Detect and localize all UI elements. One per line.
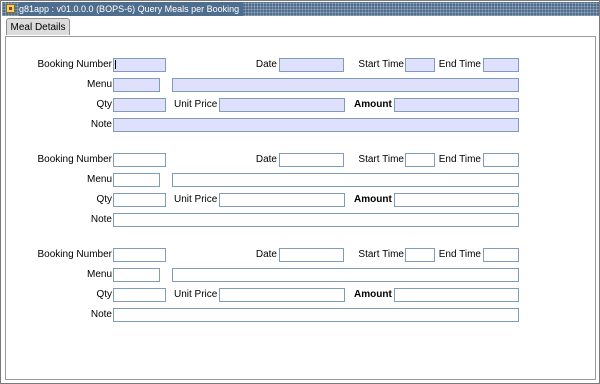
note-label: Note [90, 309, 112, 320]
note-field[interactable] [113, 118, 519, 132]
menu-code-field[interactable] [113, 268, 160, 282]
note-label: Note [90, 119, 112, 130]
amount-label: Amount [354, 289, 392, 300]
meal-details-panel: Booking Number Date Start Time End Time … [5, 36, 596, 380]
start-time-label: Start Time [358, 249, 404, 260]
menu-label: Menu [86, 269, 112, 280]
note-label: Note [90, 214, 112, 225]
end-time-field[interactable] [483, 58, 519, 72]
start-time-label: Start Time [358, 59, 404, 70]
menu-description-field[interactable] [172, 268, 519, 282]
qty-label: Qty [96, 194, 112, 205]
start-time-field[interactable] [405, 153, 435, 167]
unit-price-field[interactable] [219, 193, 345, 207]
app-window: g81app : v01.0.0.0 (BOPS-6) Query Meals … [0, 0, 600, 384]
unit-price-label: Unit Price [174, 194, 218, 205]
qty-label: Qty [96, 99, 112, 110]
booking-number-label: Booking Number [37, 154, 112, 165]
amount-field[interactable] [394, 193, 519, 207]
menu-label: Menu [86, 174, 112, 185]
title-bar[interactable]: g81app : v01.0.0.0 (BOPS-6) Query Meals … [2, 2, 599, 16]
date-field[interactable] [279, 248, 344, 262]
amount-field[interactable] [394, 288, 519, 302]
menu-description-field[interactable] [172, 173, 519, 187]
unit-price-label: Unit Price [174, 289, 218, 300]
date-field[interactable] [279, 153, 344, 167]
booking-number-field[interactable] [113, 58, 166, 72]
booking-number-label: Booking Number [37, 59, 112, 70]
end-time-field[interactable] [483, 153, 519, 167]
window-title: g81app : v01.0.0.0 (BOPS-6) Query Meals … [19, 2, 244, 16]
qty-field[interactable] [113, 98, 166, 112]
end-time-field[interactable] [483, 248, 519, 262]
menu-code-field[interactable] [113, 173, 160, 187]
date-field[interactable] [279, 58, 344, 72]
unit-price-label: Unit Price [174, 99, 218, 110]
tab-strip: Meal Details [2, 16, 599, 36]
app-icon [6, 4, 15, 13]
text-caret [115, 60, 116, 69]
tab-meal-details[interactable]: Meal Details [6, 18, 70, 35]
note-field[interactable] [113, 213, 519, 227]
date-label: Date [255, 249, 277, 260]
menu-label: Menu [86, 79, 112, 90]
qty-label: Qty [96, 289, 112, 300]
qty-field[interactable] [113, 288, 166, 302]
amount-label: Amount [354, 194, 392, 205]
start-time-field[interactable] [405, 58, 435, 72]
end-time-label: End Time [438, 154, 481, 165]
end-time-label: End Time [438, 59, 481, 70]
menu-description-field[interactable] [172, 78, 519, 92]
note-field[interactable] [113, 308, 519, 322]
end-time-label: End Time [438, 249, 481, 260]
unit-price-field[interactable] [219, 98, 345, 112]
menu-code-field[interactable] [113, 78, 160, 92]
start-time-label: Start Time [358, 154, 404, 165]
qty-field[interactable] [113, 193, 166, 207]
unit-price-field[interactable] [219, 288, 345, 302]
booking-number-label: Booking Number [37, 249, 112, 260]
booking-number-field[interactable] [113, 248, 166, 262]
amount-label: Amount [354, 99, 392, 110]
booking-number-field[interactable] [113, 153, 166, 167]
amount-field[interactable] [394, 98, 519, 112]
date-label: Date [255, 59, 277, 70]
start-time-field[interactable] [405, 248, 435, 262]
date-label: Date [255, 154, 277, 165]
